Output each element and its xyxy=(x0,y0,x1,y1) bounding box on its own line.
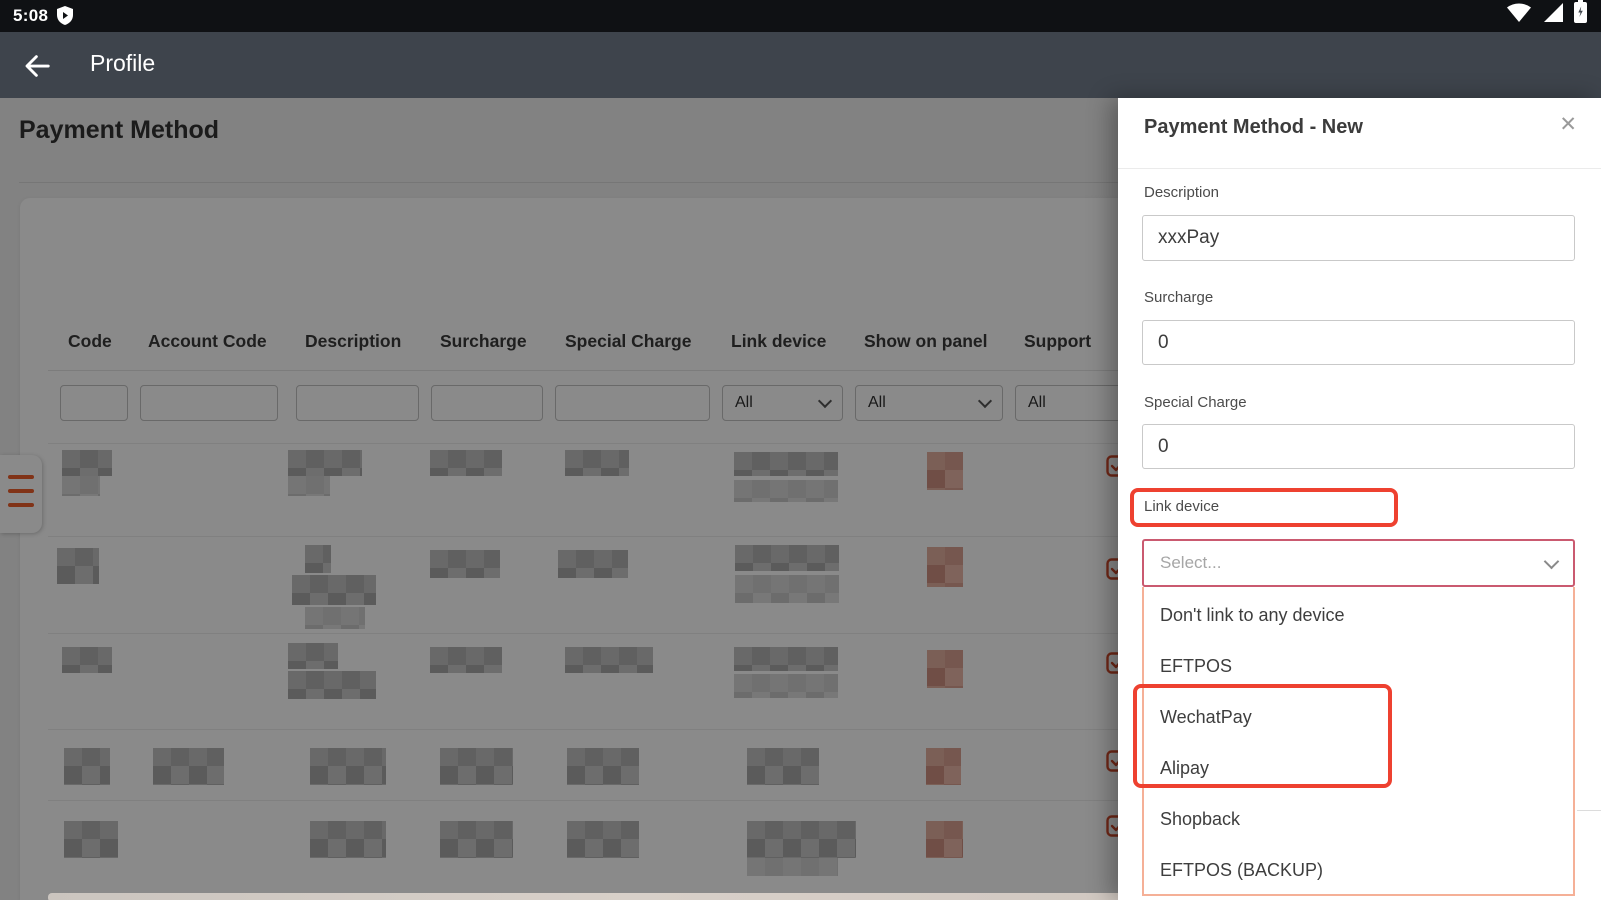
clock: 5:08 xyxy=(13,6,49,25)
surcharge-input[interactable] xyxy=(1142,320,1575,365)
annotation-highlight-wechatpay-alipay xyxy=(1133,684,1392,788)
link-device-select[interactable]: Select... xyxy=(1142,539,1575,587)
special-charge-label: Special Charge xyxy=(1144,394,1247,411)
battery-charging-icon xyxy=(1574,0,1587,28)
signal-icon xyxy=(1541,2,1565,28)
dropdown-option-shopback[interactable]: Shopback xyxy=(1144,794,1573,845)
divider xyxy=(1577,810,1601,811)
special-charge-input[interactable] xyxy=(1142,424,1575,469)
app-bar: Profile xyxy=(0,32,1601,98)
link-device-select-placeholder: Select... xyxy=(1160,553,1222,572)
annotation-highlight-link-device xyxy=(1130,488,1398,527)
wifi-icon xyxy=(1506,2,1532,28)
surcharge-label: Surcharge xyxy=(1144,289,1214,306)
status-bar: 5:08 xyxy=(0,0,1601,32)
description-input[interactable] xyxy=(1142,215,1575,261)
chevron-down-icon xyxy=(1543,553,1560,569)
back-button[interactable] xyxy=(22,51,52,81)
app-bar-title: Profile xyxy=(90,50,156,76)
panel-title: Payment Method - New xyxy=(1144,116,1363,138)
status-icons xyxy=(1506,0,1587,28)
divider xyxy=(1118,168,1601,169)
screen: 5:08 Profile Payment Method Code Account… xyxy=(0,0,1601,900)
dropdown-option-eftpos-backup[interactable]: EFTPOS (BACKUP) xyxy=(1144,845,1573,896)
privacy-shield-icon xyxy=(57,6,73,30)
description-label: Description xyxy=(1144,184,1220,201)
payment-method-new-panel: Payment Method - New ✕ Description Surch… xyxy=(1118,98,1601,900)
dropdown-option-dont-link[interactable]: Don't link to any device xyxy=(1144,590,1573,641)
close-icon[interactable]: ✕ xyxy=(1559,114,1577,135)
